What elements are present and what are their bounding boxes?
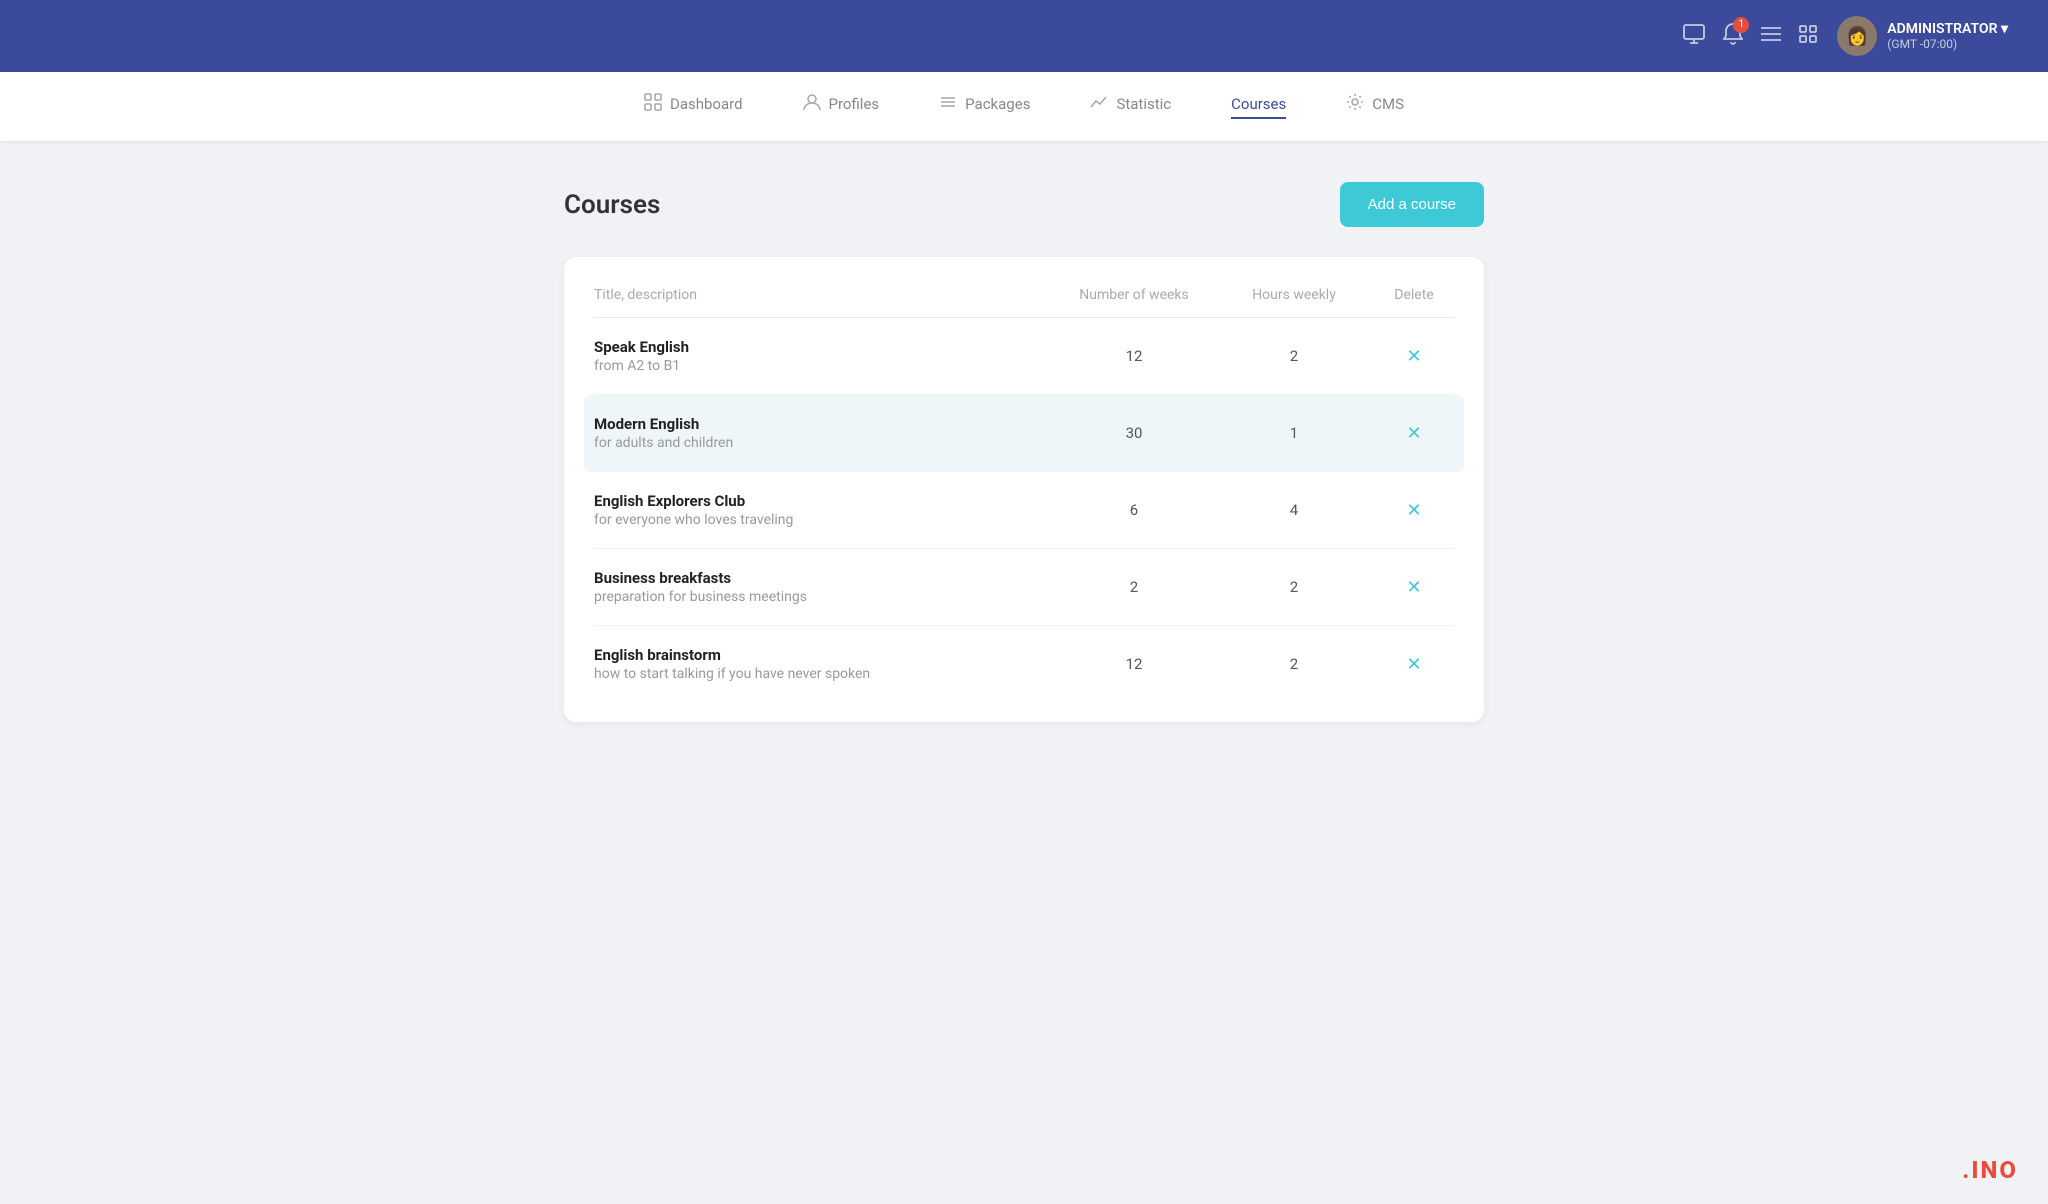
delete-button[interactable]: ✕ bbox=[1406, 346, 1421, 367]
notification-icon[interactable]: 1 bbox=[1723, 23, 1743, 50]
topbar: 1 👩 ADMINISTRATOR ▾ (GMT -07:00) bbox=[0, 0, 2048, 72]
header-num-weeks: Number of weeks bbox=[1054, 287, 1214, 303]
table-row: Business breakfasts preparation for busi… bbox=[594, 549, 1454, 626]
cms-icon bbox=[1346, 93, 1364, 115]
table-body: Speak English from A2 to B1 12 2 ✕ Moder… bbox=[594, 318, 1454, 702]
nav-courses-label: Courses bbox=[1231, 95, 1286, 113]
user-info: ADMINISTRATOR ▾ (GMT -07:00) bbox=[1887, 21, 2008, 51]
main-content: Courses Add a course Title, description … bbox=[544, 142, 1504, 762]
page-title: Courses bbox=[564, 190, 660, 220]
nav-statistic[interactable]: Statistic bbox=[1090, 93, 1171, 121]
course-delete-cell: ✕ bbox=[1374, 577, 1454, 598]
nav-cms-label: CMS bbox=[1372, 95, 1404, 113]
course-hours: 2 bbox=[1214, 655, 1374, 673]
topbar-icons: 1 bbox=[1683, 23, 1817, 50]
nav-statistic-label: Statistic bbox=[1116, 95, 1171, 113]
course-description: how to start talking if you have never s… bbox=[594, 666, 1054, 682]
course-weeks: 12 bbox=[1054, 347, 1214, 365]
nav-dashboard[interactable]: Dashboard bbox=[644, 93, 743, 121]
nav-courses[interactable]: Courses bbox=[1231, 95, 1286, 119]
nav-profiles-label: Profiles bbox=[829, 95, 880, 113]
course-weeks: 2 bbox=[1054, 578, 1214, 596]
avatar: 👩 bbox=[1837, 16, 1877, 56]
course-info: Modern English for adults and children bbox=[594, 415, 1054, 451]
course-description: preparation for business meetings bbox=[594, 589, 1054, 605]
course-hours: 2 bbox=[1214, 347, 1374, 365]
course-delete-cell: ✕ bbox=[1374, 346, 1454, 367]
timezone: (GMT -07:00) bbox=[1887, 37, 1957, 51]
course-hours: 2 bbox=[1214, 578, 1374, 596]
delete-button[interactable]: ✕ bbox=[1406, 654, 1421, 675]
course-hours: 1 bbox=[1214, 424, 1374, 442]
table-row: Modern English for adults and children 3… bbox=[584, 395, 1464, 472]
course-title: English Explorers Club bbox=[594, 492, 1054, 510]
course-weeks: 30 bbox=[1054, 424, 1214, 442]
course-info: English brainstorm how to start talking … bbox=[594, 646, 1054, 682]
delete-button[interactable]: ✕ bbox=[1406, 500, 1421, 521]
course-delete-cell: ✕ bbox=[1374, 654, 1454, 675]
table-header: Title, description Number of weeks Hours… bbox=[594, 277, 1454, 318]
nav-cms[interactable]: CMS bbox=[1346, 93, 1404, 121]
header-delete: Delete bbox=[1374, 287, 1454, 303]
course-title: Business breakfasts bbox=[594, 569, 1054, 587]
course-description: from A2 to B1 bbox=[594, 358, 1054, 374]
username: ADMINISTRATOR ▾ bbox=[1887, 21, 2008, 37]
nav-dashboard-label: Dashboard bbox=[670, 95, 743, 113]
course-info: English Explorers Club for everyone who … bbox=[594, 492, 1054, 528]
course-delete-cell: ✕ bbox=[1374, 500, 1454, 521]
table-row: English Explorers Club for everyone who … bbox=[594, 472, 1454, 549]
list-icon[interactable] bbox=[1761, 24, 1781, 48]
table-row: English brainstorm how to start talking … bbox=[594, 626, 1454, 702]
nav-profiles[interactable]: Profiles bbox=[803, 93, 880, 121]
notification-badge: 1 bbox=[1733, 17, 1749, 33]
dashboard-icon bbox=[644, 93, 662, 115]
course-info: Speak English from A2 to B1 bbox=[594, 338, 1054, 374]
nav-packages-label: Packages bbox=[965, 95, 1030, 113]
navbar: Dashboard Profiles Packages Statistic bbox=[0, 72, 2048, 142]
course-info: Business breakfasts preparation for busi… bbox=[594, 569, 1054, 605]
profiles-icon bbox=[803, 93, 821, 115]
course-description: for adults and children bbox=[594, 435, 1054, 451]
monitor-icon[interactable] bbox=[1683, 24, 1705, 49]
course-weeks: 12 bbox=[1054, 655, 1214, 673]
user-menu[interactable]: 👩 ADMINISTRATOR ▾ (GMT -07:00) bbox=[1837, 16, 2008, 56]
delete-button[interactable]: ✕ bbox=[1406, 577, 1421, 598]
packages-icon bbox=[939, 93, 957, 115]
course-title: English brainstorm bbox=[594, 646, 1054, 664]
watermark: .INO bbox=[1962, 1156, 2018, 1184]
page-header: Courses Add a course bbox=[564, 182, 1484, 227]
grid-icon[interactable] bbox=[1799, 24, 1817, 48]
nav-packages[interactable]: Packages bbox=[939, 93, 1030, 121]
header-title-desc: Title, description bbox=[594, 287, 1054, 303]
table-row: Speak English from A2 to B1 12 2 ✕ bbox=[594, 318, 1454, 395]
course-weeks: 6 bbox=[1054, 501, 1214, 519]
header-hours-weekly: Hours weekly bbox=[1214, 287, 1374, 303]
add-course-button[interactable]: Add a course bbox=[1340, 182, 1484, 227]
course-description: for everyone who loves traveling bbox=[594, 512, 1054, 528]
course-hours: 4 bbox=[1214, 501, 1374, 519]
statistic-icon bbox=[1090, 93, 1108, 115]
courses-table: Title, description Number of weeks Hours… bbox=[564, 257, 1484, 722]
delete-button[interactable]: ✕ bbox=[1406, 423, 1421, 444]
course-delete-cell: ✕ bbox=[1374, 423, 1454, 444]
course-title: Speak English bbox=[594, 338, 1054, 356]
course-title: Modern English bbox=[594, 415, 1054, 433]
